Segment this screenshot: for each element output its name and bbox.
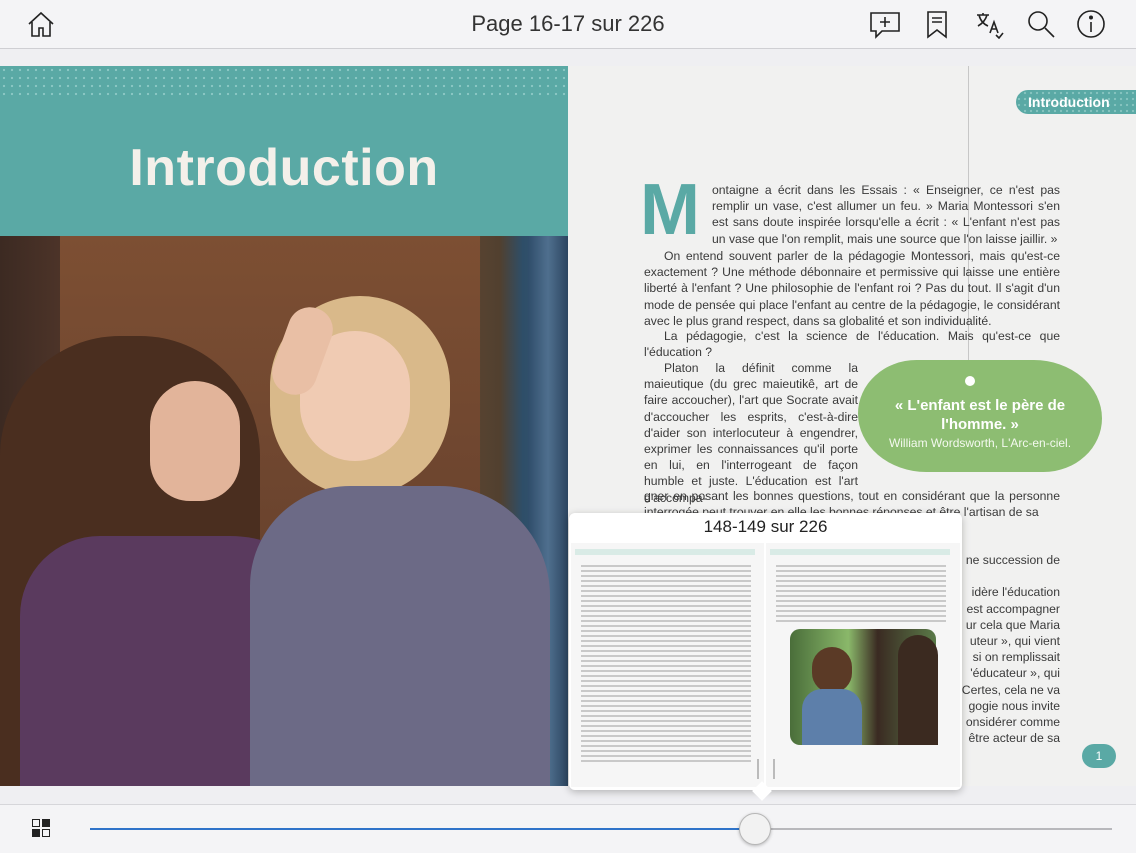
preview-left-page-thumbnail xyxy=(571,543,764,787)
thumbnails-grid-icon[interactable] xyxy=(32,819,52,839)
mother-child-photo xyxy=(0,236,568,786)
paragraph-6: ne succession de idère l'éducation est a… xyxy=(961,553,1060,746)
preview-photo xyxy=(790,629,938,745)
book-spread[interactable]: Introduction Introduction M ontaigne a é… xyxy=(0,66,1136,786)
bookmark-icon[interactable] xyxy=(920,8,954,40)
page-slider-knob[interactable] xyxy=(739,813,772,845)
preview-grip-icon xyxy=(757,759,775,779)
bottom-toolbar xyxy=(0,804,1136,853)
quote-source: William Wordsworth, L'Arc-en-ciel. xyxy=(888,436,1072,450)
page-indicator-title: Page 16-17 sur 226 xyxy=(471,11,665,36)
chapter-title: Introduction xyxy=(129,139,439,197)
paragraph-3: La pédagogie, c'est la science de l'éduc… xyxy=(644,329,1060,360)
paragraph-4: Platon la définit comme la maieutique (d… xyxy=(644,361,858,505)
page-slider[interactable] xyxy=(90,813,1112,845)
add-note-icon[interactable] xyxy=(868,8,902,40)
preview-page-label: 148-149 sur 226 xyxy=(703,517,828,536)
paragraph-1: ontaigne a écrit dans les Essais : « Ens… xyxy=(712,183,1060,246)
top-toolbar: Page 16-17 sur 226 xyxy=(0,0,1136,49)
quote-pin-icon xyxy=(963,374,977,388)
translate-icon[interactable] xyxy=(972,8,1006,40)
preview-right-page-thumbnail xyxy=(766,543,960,787)
drop-cap: M xyxy=(640,170,700,250)
paragraph-2: On entend souvent parler de la pédagogie… xyxy=(644,249,1060,328)
page-preview-popover[interactable]: 148-149 sur 226 xyxy=(569,513,962,801)
left-page[interactable]: Introduction xyxy=(0,66,568,786)
quote-text: « L'enfant est le père de l'homme. » xyxy=(894,397,1066,433)
search-icon[interactable] xyxy=(1024,8,1058,40)
page-number-badge: 1 xyxy=(1082,744,1116,768)
section-tag: Introduction xyxy=(1016,90,1136,114)
page-slider-fill xyxy=(90,828,755,830)
info-icon[interactable] xyxy=(1074,8,1108,40)
